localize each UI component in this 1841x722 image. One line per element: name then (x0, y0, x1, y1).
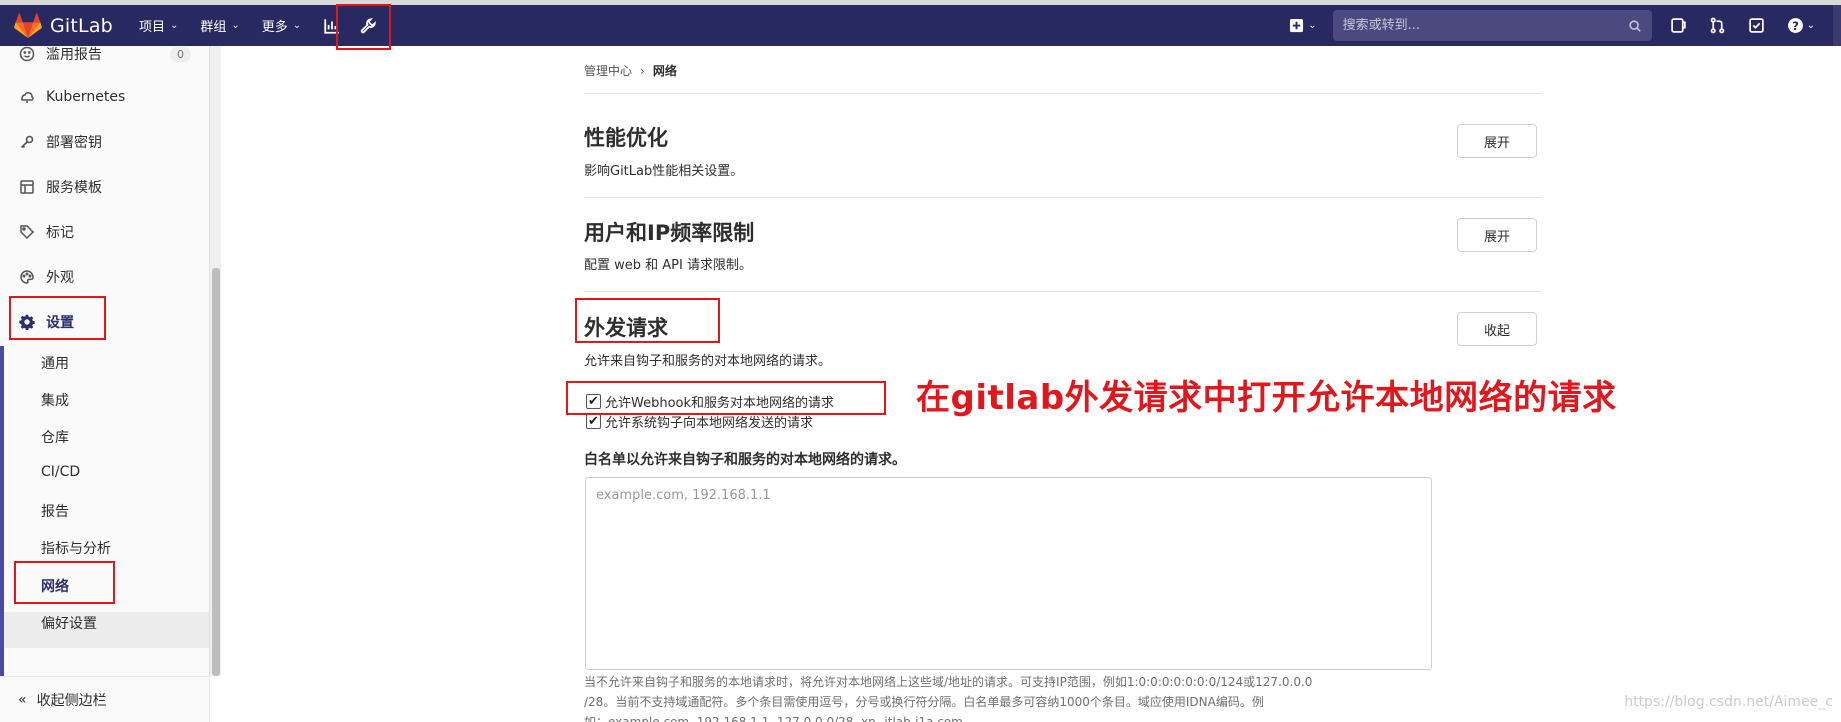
issues-icon[interactable] (1670, 17, 1687, 34)
top-navbar: GitLab 项目 ⌄ 群组 ⌄ 更多 ⌄ ⌄ 搜索或转到... ? ⌄ (0, 5, 1841, 46)
sidebar-item-label: 外观 (46, 270, 74, 286)
navbar-edge (1833, 5, 1841, 46)
nav-projects-label: 项目 (138, 20, 165, 35)
checkbox-checked[interactable]: ✔ (586, 414, 601, 429)
sidebar-item-settings[interactable]: 设置 (0, 304, 209, 340)
gear-icon (18, 313, 36, 331)
scrollbar-thumb[interactable] (212, 268, 220, 676)
sidebar-item-label: 服务模板 (46, 180, 102, 196)
nav-groups-label: 群组 (200, 20, 227, 35)
palette-icon (18, 268, 36, 286)
sidebar-sub-preferences[interactable]: 偏好设置 (41, 613, 97, 633)
double-chevron-left-icon: « (18, 691, 27, 708)
sidebar-sub-reporting[interactable]: 报告 (41, 501, 69, 521)
sidebar-item-deploy-keys[interactable]: 部署密钥 (0, 124, 209, 160)
activity-chart-icon[interactable] (323, 17, 341, 35)
breadcrumb: 管理中心 › 网络 (584, 62, 677, 79)
divider (584, 93, 1542, 94)
chevron-down-icon: ⌄ (292, 20, 302, 31)
nav-groups[interactable]: 群组 ⌄ (200, 16, 239, 35)
search-box[interactable] (1332, 10, 1652, 41)
svg-text:?: ? (1792, 19, 1799, 33)
gitlab-tanuki-icon (14, 12, 42, 38)
sidebar-item-label: 滥用报告 (46, 47, 102, 63)
sidebar-item-label: Kubernetes (46, 89, 126, 105)
collapse-outbound-button[interactable]: 收起 (1457, 312, 1537, 346)
logo-text: GitLab (50, 14, 113, 37)
sidebar-sub-metrics[interactable]: 指标与分析 (41, 538, 111, 558)
section-title-outbound: 外发请求 (584, 316, 668, 340)
help-line: /28。当前不支持域通配符。多个条目需使用逗号，分号或换行符分隔。白名单最多可容… (584, 695, 1264, 709)
help-line: 当不允许来自钩子和服务的本地请求时，将允许对本地网络上这些域/地址的请求。可支持… (584, 675, 1313, 689)
key-icon (18, 133, 36, 151)
chevron-down-icon: ⌄ (169, 20, 179, 31)
chevron-down-icon: ⌄ (1806, 20, 1815, 31)
expand-rate-limits-button[interactable]: 展开 (1457, 218, 1537, 252)
chevron-down-icon: ⌄ (231, 20, 240, 31)
checkbox-label: 允许Webhook和服务对本地网络的请求 (605, 396, 835, 411)
nav-more[interactable]: 更多 ⌄ (262, 16, 301, 35)
nav-more-label: 更多 (261, 20, 288, 35)
navbar-right: ⌄ ? ⌄ (1289, 5, 1841, 46)
allow-webhook-local-checkbox-row[interactable]: ✔ 允许Webhook和服务对本地网络的请求 (586, 392, 834, 411)
checkbox-label: 允许系统钩子向本地网络发送的请求 (605, 416, 814, 431)
sidebar-sub-cicd[interactable]: CI/CD (41, 464, 80, 480)
sidebar-item-label: 部署密钥 (46, 135, 102, 151)
template-icon (18, 178, 36, 196)
sidebar-sub-active-bg (4, 612, 209, 648)
plus-square-icon (1290, 18, 1304, 33)
section-title-rate-limits: 用户和IP频率限制 (584, 221, 755, 245)
nav-projects[interactable]: 项目 ⌄ (139, 16, 178, 35)
sidebar-item-kubernetes[interactable]: Kubernetes (0, 79, 209, 115)
sidebar-item-abuse-reports[interactable]: 滥用报告 0 (0, 36, 209, 72)
count-badge: 0 (170, 46, 191, 62)
search-input[interactable] (1342, 18, 1628, 33)
breadcrumb-separator: › (640, 63, 645, 78)
sidebar-item-label: 标记 (46, 225, 74, 241)
whitelist-textarea[interactable] (585, 477, 1432, 670)
expand-performance-button[interactable]: 展开 (1457, 124, 1537, 158)
allow-system-hooks-local-checkbox-row[interactable]: ✔ 允许系统钩子向本地网络发送的请求 (586, 412, 813, 431)
kubernetes-icon (18, 88, 36, 106)
breadcrumb-parent[interactable]: 管理中心 (584, 62, 632, 79)
checkbox-checked[interactable]: ✔ (586, 394, 601, 409)
smile-icon (18, 45, 36, 63)
chevron-down-icon: ⌄ (1308, 20, 1317, 31)
section-title-performance: 性能优化 (584, 126, 668, 150)
whitelist-label: 白名单以允许来自钩子和服务的对本地网络的请求。 (584, 452, 906, 468)
help-icon[interactable]: ? ⌄ (1787, 17, 1815, 34)
collapse-sidebar-label: 收起侧边栏 (36, 692, 107, 709)
sidebar-sub-integrations[interactable]: 集成 (41, 390, 69, 410)
sidebar-sub-repository[interactable]: 仓库 (41, 427, 69, 447)
breadcrumb-current[interactable]: 网络 (653, 62, 677, 79)
whitelist-help-text: 当不允许来自钩子和服务的本地请求时，将允许对本地网络上这些域/地址的请求。可支持… (584, 672, 1414, 722)
sidebar: 滥用报告 0 Kubernetes 部署密钥 服务模板 标记 外观 设置 通用 … (0, 46, 210, 722)
sidebar-scrollbar[interactable] (209, 46, 221, 676)
section-desc-rate-limits: 配置 web 和 API 请求限制。 (584, 258, 752, 273)
search-icon (1629, 19, 1641, 32)
todos-icon[interactable] (1748, 17, 1765, 34)
admin-wrench-icon[interactable] (359, 17, 377, 35)
sidebar-item-labels[interactable]: 标记 (0, 214, 209, 250)
divider (584, 291, 1542, 292)
sidebar-item-label: 设置 (46, 315, 74, 331)
divider (584, 197, 1542, 198)
sidebar-item-service-templates[interactable]: 服务模板 (0, 169, 209, 205)
section-desc-outbound: 允许来自钩子和服务的对本地网络的请求。 (584, 354, 832, 369)
new-dropdown-button[interactable]: ⌄ (1289, 18, 1317, 33)
sidebar-item-appearance[interactable]: 外观 (0, 259, 209, 295)
tag-icon (18, 223, 36, 241)
sidebar-sub-network[interactable]: 网络 (41, 576, 69, 596)
watermark: https://blog.csdn.net/Aimee_c (1624, 694, 1833, 710)
collapse-sidebar-button[interactable]: « 收起侧边栏 (0, 676, 209, 722)
help-line: 如：example.com, 192.168.1.1, 127.0.0.0/28… (584, 715, 967, 722)
section-desc-performance: 影响GitLab性能相关设置。 (584, 164, 744, 179)
merge-requests-icon[interactable] (1709, 17, 1726, 34)
annotation-text: 在gitlab外发请求中打开允许本地网络的请求 (916, 378, 1617, 418)
sidebar-sub-general[interactable]: 通用 (41, 353, 69, 373)
